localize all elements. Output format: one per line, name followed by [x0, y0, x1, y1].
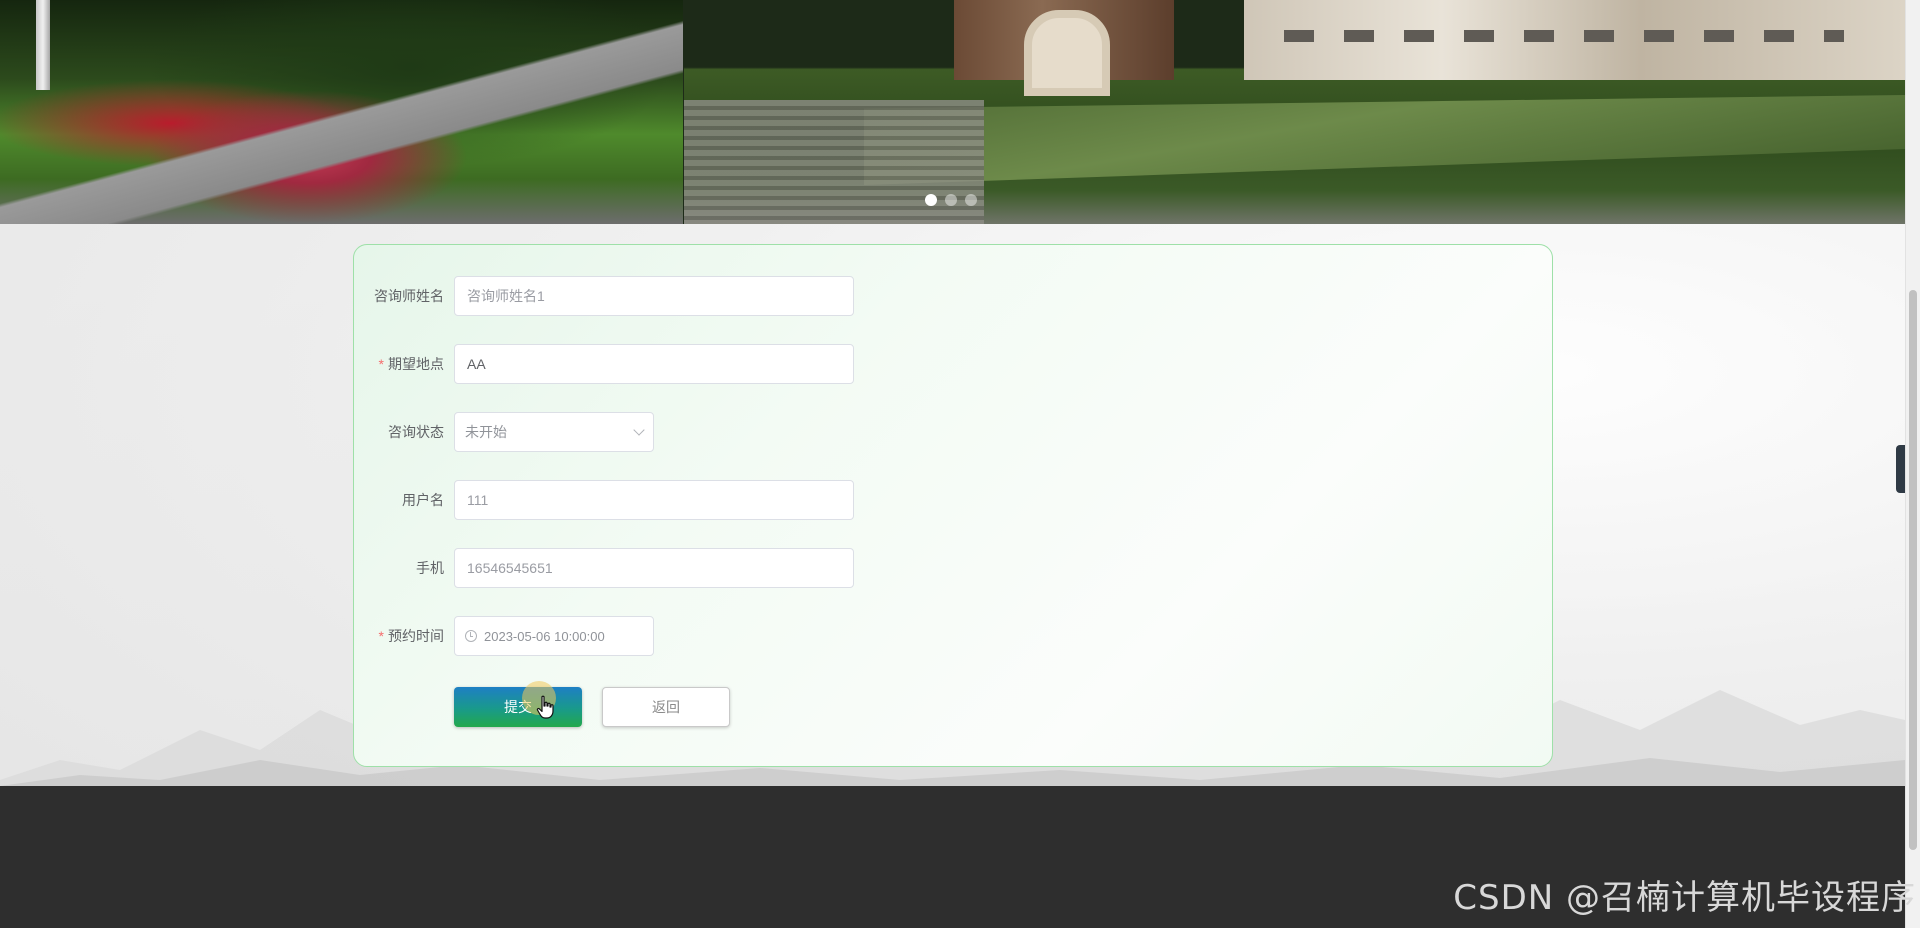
chevron-down-icon	[633, 424, 645, 436]
form-row-phone: 手机	[354, 548, 854, 588]
banner-building-arch	[954, 0, 1174, 96]
carousel-dot-3[interactable]	[965, 194, 977, 206]
status-select[interactable]: 未开始	[454, 412, 654, 452]
back-button-label: 返回	[652, 699, 680, 715]
location-label: * 期望地点	[378, 356, 444, 372]
form-row-status: 咨询状态 未开始	[354, 412, 654, 452]
back-button[interactable]: 返回	[602, 687, 730, 727]
banner-image-garden	[0, 0, 683, 224]
appointment-time-picker[interactable]: 2023-05-06 10:00:00	[454, 616, 654, 656]
counselor-name-label: 咨询师姓名	[374, 288, 444, 304]
carousel-dot-2[interactable]	[945, 194, 957, 206]
submit-button[interactable]: 提交	[454, 681, 582, 727]
username-input[interactable]	[454, 480, 854, 520]
status-label: 咨询状态	[388, 424, 444, 440]
appointment-time-label: * 预约时间	[378, 628, 444, 644]
phone-label: 手机	[416, 560, 444, 576]
banner-carousel	[0, 0, 1905, 224]
watermark-text: CSDN @召楠计算机毕设程序	[1453, 878, 1916, 918]
location-input[interactable]	[454, 344, 854, 384]
status-select-value: 未开始	[465, 424, 507, 440]
required-mark: *	[378, 356, 384, 372]
username-label: 用户名	[402, 492, 444, 508]
scrollbar-thumb[interactable]	[1909, 290, 1917, 850]
vertical-scrollbar[interactable]	[1905, 0, 1920, 928]
appointment-form-card: 咨询师姓名 *期望地点 咨询状态 未开始 用户名 手机 *预约时间	[353, 244, 1553, 767]
page: 咨询师姓名 *期望地点 咨询状态 未开始 用户名 手机 *预约时间	[0, 0, 1920, 928]
carousel-dot-1[interactable]	[925, 194, 937, 206]
counselor-name-input[interactable]	[454, 276, 854, 316]
required-mark: *	[378, 628, 384, 644]
carousel-indicators	[925, 194, 977, 206]
form-row-location: * 期望地点	[354, 344, 854, 384]
banner-ivy-wall	[864, 95, 1905, 185]
form-row-appointment-time: * 预约时间 2023-05-06 10:00:00	[354, 616, 654, 656]
banner-image-campus	[684, 0, 1905, 224]
phone-input[interactable]	[454, 548, 854, 588]
hand-cursor-icon	[536, 695, 554, 719]
form-actions: 提交 返回	[454, 681, 730, 727]
clock-icon	[465, 630, 477, 642]
appointment-time-value: 2023-05-06 10:00:00	[484, 628, 605, 644]
form-row-username: 用户名	[354, 480, 854, 520]
banner-building-main	[1244, 0, 1905, 80]
form-row-counselor-name: 咨询师姓名	[354, 276, 854, 316]
submit-button-label: 提交	[504, 699, 532, 715]
